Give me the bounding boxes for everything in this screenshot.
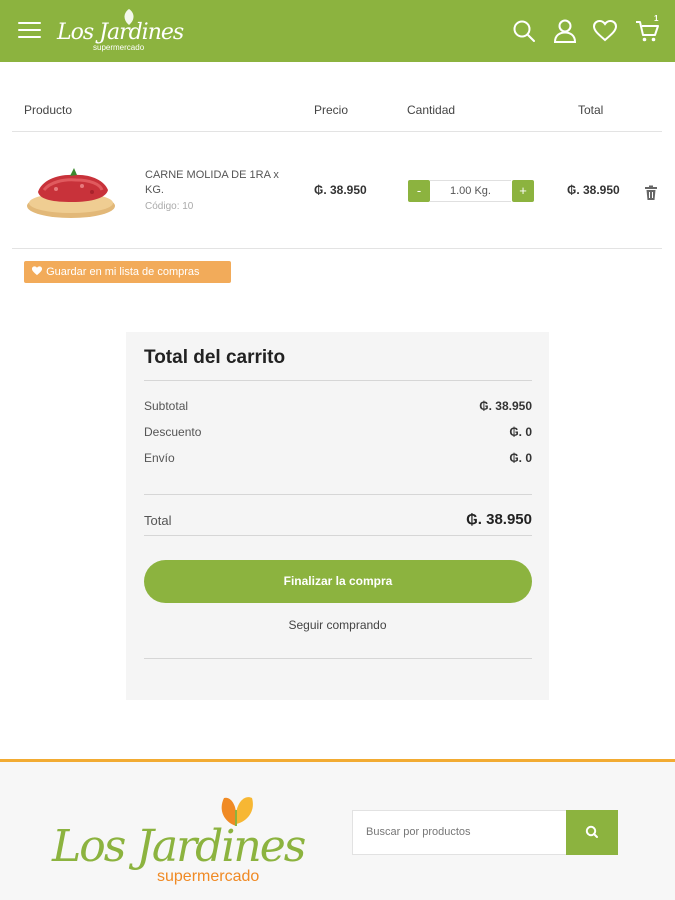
logo-sub: supermercado xyxy=(93,43,145,52)
footer-search-button[interactable] xyxy=(566,810,618,855)
total-value: ₲. 38.950 xyxy=(466,511,532,528)
continue-shopping-link[interactable]: Seguir comprando xyxy=(126,618,549,632)
product-price: ₲. 38.950 xyxy=(314,183,367,197)
quantity-input[interactable]: 1.00 Kg. xyxy=(430,180,511,202)
shipping-label: Envío xyxy=(144,451,175,465)
shipping-value: ₲. 0 xyxy=(509,451,532,465)
top-header: Los Jardines supermercado 1 xyxy=(0,0,675,62)
quantity-increase-button[interactable]: + xyxy=(512,180,534,202)
checkout-button[interactable]: Finalizar la compra xyxy=(144,560,532,603)
heart-icon xyxy=(31,266,43,276)
save-to-list-label: Guardar en mi lista de compras xyxy=(46,266,200,278)
user-icon[interactable] xyxy=(552,18,578,44)
cart-count-badge: 1 xyxy=(654,14,659,23)
divider xyxy=(144,380,532,381)
header-logo[interactable]: Los Jardines supermercado xyxy=(57,9,184,54)
footer-logo[interactable]: Los Jardines supermercado xyxy=(52,786,306,896)
cart-totals-panel: Total del carrito Subtotal ₲. 38.950 Des… xyxy=(126,332,549,700)
discount-label: Descuento xyxy=(144,425,202,439)
menu-icon[interactable] xyxy=(18,22,41,40)
cart-totals-title: Total del carrito xyxy=(144,347,286,368)
footer: Los Jardines supermercado Buscar por pro… xyxy=(0,759,675,900)
subtotal-value: ₲. 38.950 xyxy=(479,399,532,413)
col-cantidad: Cantidad xyxy=(407,103,456,117)
product-image[interactable] xyxy=(24,162,118,222)
heart-icon[interactable] xyxy=(592,18,618,44)
footer-logo-sub: supermercado xyxy=(157,868,260,885)
divider xyxy=(12,248,662,249)
discount-value: ₲. 0 xyxy=(509,425,532,439)
divider xyxy=(12,131,662,132)
col-precio: Precio xyxy=(314,103,349,117)
divider xyxy=(144,658,532,659)
footer-logo-name: Los Jardines xyxy=(52,821,306,872)
logo-name: Los Jardines xyxy=(57,20,184,45)
product-name[interactable]: CARNE MOLIDA DE 1RA x KG. xyxy=(145,168,295,198)
subtotal-label: Subtotal xyxy=(144,399,189,413)
total-label: Total xyxy=(144,513,172,528)
product-total: ₲. 38.950 xyxy=(567,183,620,197)
trash-icon[interactable] xyxy=(644,185,658,201)
product-code: Código: 10 xyxy=(145,201,194,212)
save-to-list-button[interactable]: Guardar en mi lista de compras xyxy=(24,261,231,283)
quantity-decrease-button[interactable]: - xyxy=(408,180,430,202)
divider xyxy=(144,535,532,536)
footer-search-input[interactable]: Buscar por productos xyxy=(352,810,567,855)
search-icon xyxy=(585,825,598,838)
search-icon[interactable] xyxy=(511,18,537,44)
col-total: Total xyxy=(578,103,604,117)
divider xyxy=(144,494,532,495)
col-producto: Producto xyxy=(24,103,73,117)
